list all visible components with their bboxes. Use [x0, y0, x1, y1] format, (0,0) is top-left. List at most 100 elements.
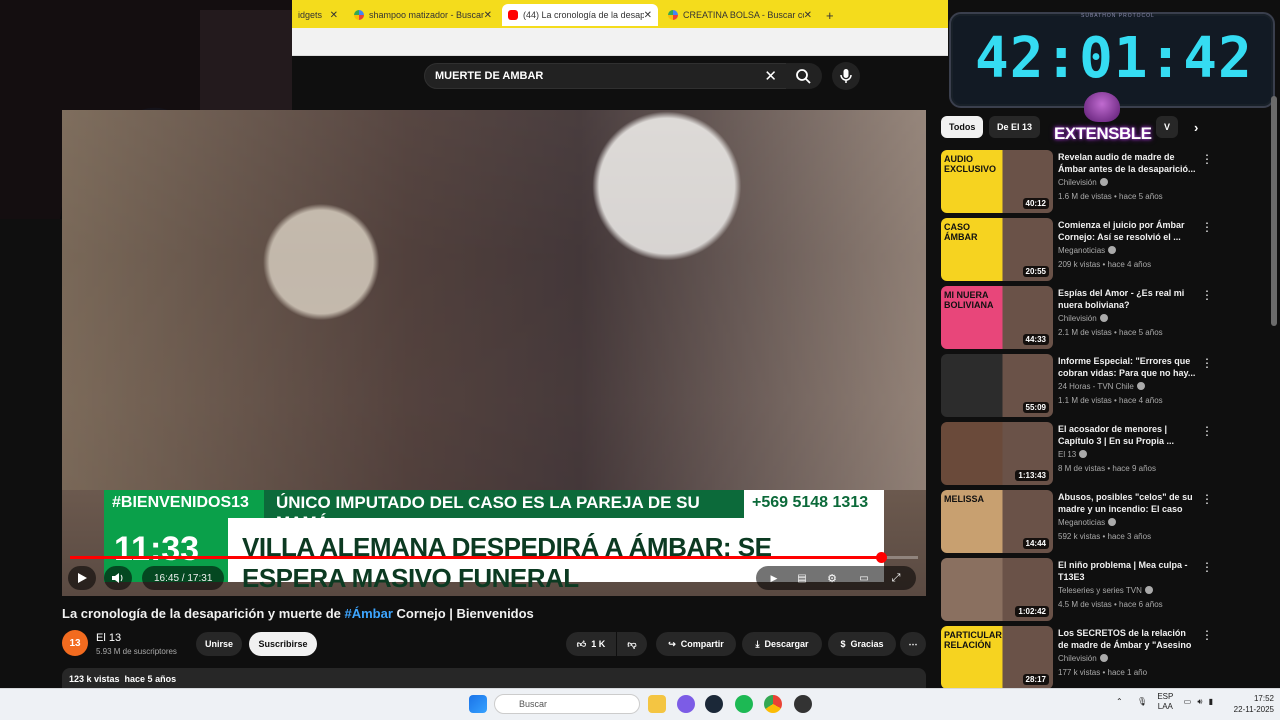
search-button[interactable] — [786, 63, 822, 89]
recommendation-item[interactable]: 1:02:42 El niño problema | Mea culpa - T1… — [941, 558, 1266, 622]
more-options-icon[interactable]: ⋮ — [1201, 560, 1213, 574]
recommendation-channel[interactable]: Chilevisión — [1058, 314, 1108, 323]
video-thumbnail[interactable]: MI NUERA BOLIVIANA 44:33 — [941, 286, 1053, 349]
close-tab-icon[interactable]: ✕ — [484, 10, 492, 21]
close-tab-icon[interactable]: ✕ — [644, 10, 652, 21]
more-options-icon[interactable]: ⋮ — [1201, 356, 1213, 370]
video-thumbnail[interactable]: AUDIO EXCLUSIVO 40:12 — [941, 150, 1053, 213]
chip-more[interactable]: V — [1156, 116, 1179, 138]
subscribe-button[interactable]: Suscribirse — [249, 632, 317, 656]
title-hashtag-link[interactable]: #Ámbar — [344, 606, 392, 621]
chip-all[interactable]: Todos — [941, 116, 984, 138]
chrome-icon[interactable] — [764, 695, 782, 713]
tab-partial[interactable]: idgets ✕ — [292, 4, 344, 26]
recommendation-title[interactable]: El acosador de menores | Capítulo 3 | En… — [1058, 423, 1198, 447]
recommendation-title[interactable]: Informe Especial: "Errores que cobran vi… — [1058, 355, 1198, 379]
tab-shampoo[interactable]: shampoo matizador - Buscar co ✕ — [348, 4, 498, 26]
close-tab-icon[interactable]: ✕ — [804, 10, 812, 21]
fullscreen-icon[interactable]: ⤢ — [884, 567, 908, 589]
recommendation-channel[interactable]: Teleseries y series TVN — [1058, 586, 1153, 595]
video-thumbnail[interactable]: 55:09 — [941, 354, 1053, 417]
recommendation-item[interactable]: 1:13:43 El acosador de menores | Capítulo… — [941, 422, 1266, 486]
progress-scrubber[interactable] — [875, 552, 887, 563]
download-label: Descargar — [764, 639, 809, 649]
discord-icon[interactable] — [677, 695, 695, 713]
chips-next-arrow-icon[interactable]: › — [1186, 116, 1206, 138]
settings-gear-icon[interactable]: ⚙ — [820, 567, 844, 589]
battery-icon[interactable]: ▮ — [1209, 697, 1213, 706]
dislike-button[interactable]: 👎︎ — [617, 632, 647, 656]
file-explorer-icon[interactable] — [648, 695, 666, 713]
recommendation-channel[interactable]: Meganoticias — [1058, 246, 1117, 255]
join-button[interactable]: Unirse — [196, 632, 242, 656]
video-thumbnail[interactable]: 1:02:42 — [941, 558, 1053, 621]
mic-tray-icon[interactable]: 🎙︎ — [1137, 697, 1147, 706]
tab-creatina[interactable]: CREATINA BOLSA - Buscar con ✕ — [662, 4, 818, 26]
video-thumbnail[interactable]: PARTICULAR RELACIÓN 28:17 — [941, 626, 1053, 689]
recommendation-item[interactable]: CASO ÁMBAR 20:55 Comienza el juicio por Ám… — [941, 218, 1266, 282]
recommendation-channel[interactable]: Chilevisión — [1058, 178, 1108, 187]
volume-button[interactable] — [104, 566, 132, 590]
more-options-icon[interactable]: ⋮ — [1201, 152, 1213, 166]
more-options-icon[interactable]: ⋮ — [1201, 628, 1213, 642]
video-player[interactable]: #BIENVENIDOS13 ÚNICO IMPUTADO DEL CASO E… — [62, 110, 926, 596]
clear-search-icon[interactable]: ✕ — [764, 67, 777, 85]
recommendation-item[interactable]: MELISSA 14:44 Abusos, posibles "celos" de … — [941, 490, 1266, 554]
spotify-icon[interactable] — [735, 695, 753, 713]
recommendation-channel[interactable]: Chilevisión — [1058, 654, 1108, 663]
recommendation-item[interactable]: AUDIO EXCLUSIVO 40:12 Revelan audio de mad… — [941, 150, 1266, 214]
recommendation-title[interactable]: Comienza el juicio por Ámbar Cornejo: As… — [1058, 219, 1198, 243]
thanks-button[interactable]: $ Gracias — [828, 632, 896, 656]
recommendation-channel[interactable]: El 13 — [1058, 450, 1088, 459]
app-icon[interactable] — [794, 695, 812, 713]
windows-start-icon[interactable] — [469, 695, 487, 713]
recommendation-channel[interactable]: 24 Horas - TVN Chile — [1058, 382, 1145, 391]
voice-search-button[interactable] — [832, 62, 860, 90]
channel-name[interactable]: El 13 — [96, 632, 121, 644]
channel-avatar[interactable]: 13 — [62, 630, 88, 656]
search-input[interactable]: MUERTE DE AMBAR ✕ — [424, 63, 788, 89]
address-bar[interactable] — [292, 28, 948, 56]
recommendation-title[interactable]: Revelan audio de madre de Ámbar antes de… — [1058, 151, 1198, 175]
recommendation-item[interactable]: MI NUERA BOLIVIANA 44:33 Espías del Amor -… — [941, 286, 1266, 350]
recommendation-title[interactable]: Espías del Amor - ¿Es real mi nuera boli… — [1058, 287, 1198, 311]
more-actions-button[interactable]: ⋯ — [900, 632, 926, 656]
play-button[interactable] — [68, 566, 96, 590]
download-button[interactable]: ⤓ Descargar — [742, 632, 822, 656]
thumbs-down-icon: 👎︎ — [627, 638, 637, 649]
taskbar-search[interactable]: Buscar — [494, 694, 640, 714]
recommendation-title[interactable]: El niño problema | Mea culpa - T13E3 — [1058, 559, 1198, 583]
description-box[interactable]: 123 k vistas hace 5 años — [62, 668, 926, 690]
chip-from-channel[interactable]: De El 13 — [989, 116, 1041, 138]
speaker-icon[interactable]: 🔊︎ — [1197, 697, 1202, 706]
close-tab-icon[interactable]: ✕ — [330, 10, 338, 21]
like-button[interactable]: 👍︎ 1 K — [566, 632, 616, 656]
recommendation-item[interactable]: 55:09 Informe Especial: "Errores que cobr… — [941, 354, 1266, 418]
video-duration: 28:17 — [1022, 674, 1049, 685]
recommendation-title[interactable]: Abusos, posibles "celos" de su madre y u… — [1058, 491, 1198, 515]
tray-chevron-icon[interactable]: ⌃ — [1116, 697, 1123, 706]
subtitles-icon[interactable]: ▤ — [790, 567, 814, 589]
scrollbar[interactable] — [1271, 96, 1277, 326]
recommendation-meta: 209 k vistas • hace 4 años — [1058, 260, 1152, 269]
video-thumbnail[interactable]: CASO ÁMBAR 20:55 — [941, 218, 1053, 281]
autoplay-toggle[interactable]: ▶ — [762, 567, 786, 589]
language-indicator[interactable]: ESP LAA — [1157, 692, 1173, 712]
video-thumbnail[interactable]: 1:13:43 — [941, 422, 1053, 485]
more-options-icon[interactable]: ⋮ — [1201, 424, 1213, 438]
monitor-icon[interactable]: ▭ — [1184, 697, 1192, 706]
more-options-icon[interactable]: ⋮ — [1201, 220, 1213, 234]
recommendation-item[interactable]: PARTICULAR RELACIÓN 28:17 Los SECRETOS de … — [941, 626, 1266, 690]
more-options-icon[interactable]: ⋮ — [1201, 492, 1213, 506]
taskbar-clock[interactable]: 17:52 22-11-2025 — [1222, 693, 1274, 715]
recommendation-channel[interactable]: Meganoticias — [1058, 518, 1117, 527]
video-thumbnail[interactable]: MELISSA 14:44 — [941, 490, 1053, 553]
more-options-icon[interactable]: ⋮ — [1201, 288, 1213, 302]
share-button[interactable]: ↪ Compartir — [656, 632, 736, 656]
miniplayer-icon[interactable]: ▭ — [852, 567, 876, 589]
steam-icon[interactable] — [705, 695, 723, 713]
new-tab-button[interactable]: + — [820, 4, 840, 26]
recommendation-title[interactable]: Los SECRETOS de la relación de madre de … — [1058, 627, 1198, 651]
tab-youtube-active[interactable]: (44) La cronología de la desapa ✕ — [502, 4, 658, 26]
progress-bar[interactable] — [70, 552, 918, 563]
